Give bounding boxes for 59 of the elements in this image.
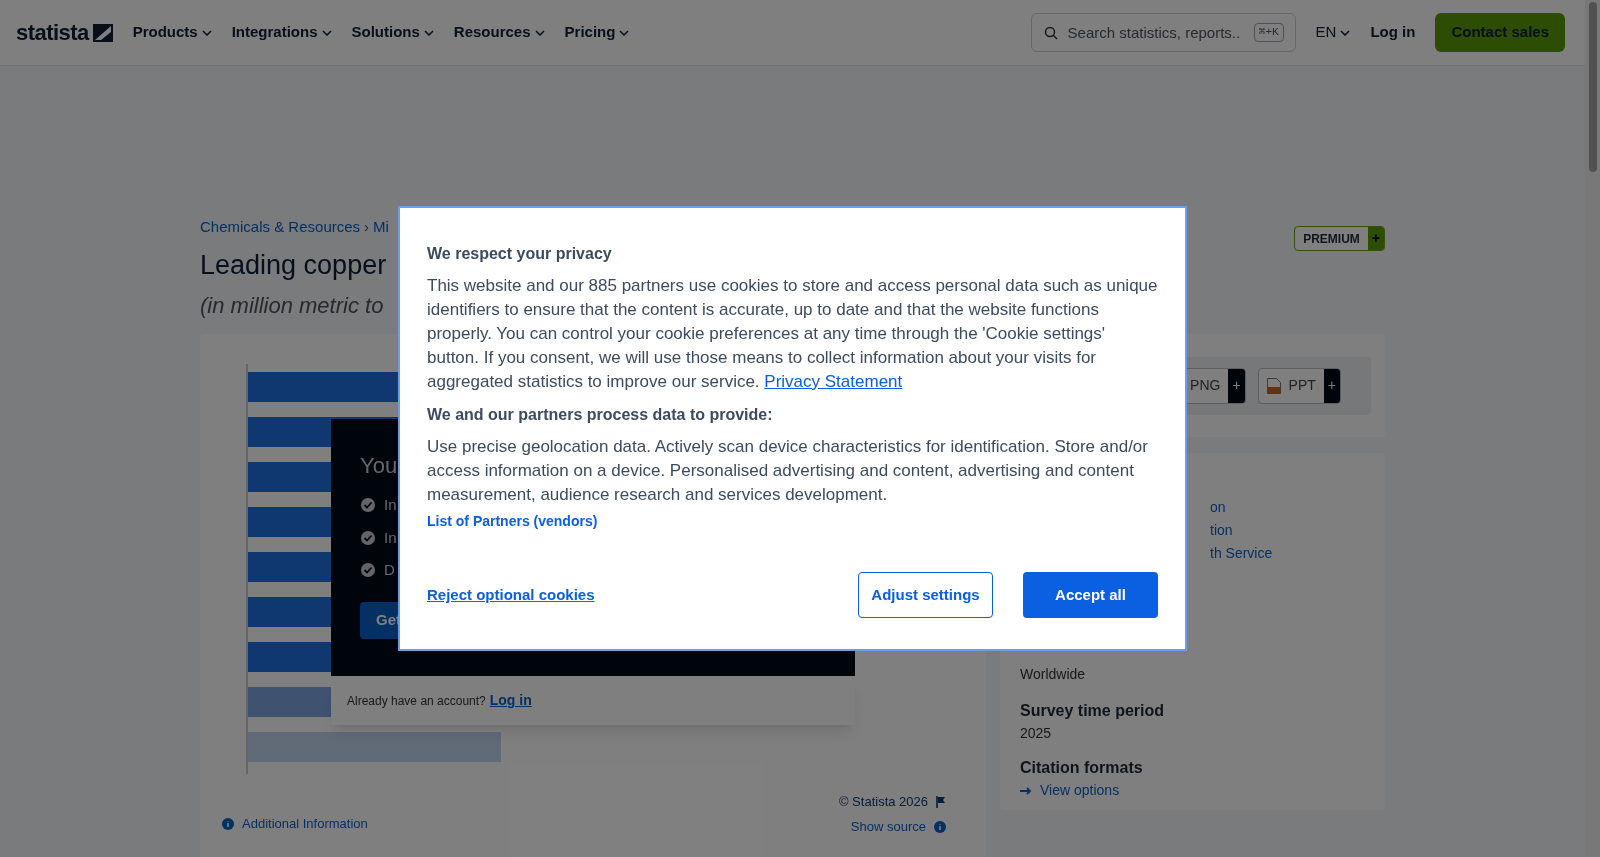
nav-menu[interactable]: Products [132,21,212,44]
logo-text[interactable]: statista [16,16,89,49]
chevron-down-icon [321,29,332,36]
shortcut-badge: ⌘+K [1253,23,1284,42]
chevron-down-icon [534,29,545,36]
account-prompt: Already have an account? [347,692,486,710]
additional-information-link[interactable]: Additional Information [222,814,368,834]
chevron-down-icon [423,29,434,36]
breadcrumb-link[interactable]: Chemicals & Resources [200,216,361,239]
nav-menu[interactable]: Solutions [351,21,434,44]
region-value: Worldwide [1020,665,1087,684]
breadcrumb-separator: › [364,217,370,237]
partners-link[interactable]: List of Partners (vendors) [427,511,1158,532]
page-subtitle: (in million metric to [200,292,385,320]
view-options-link[interactable]: View options [1020,780,1385,801]
download-button[interactable]: PPT + [1257,367,1341,404]
show-source-link[interactable]: Show source [850,817,946,837]
nav-menu[interactable]: Integrations [231,21,332,44]
chevron-down-icon [1340,29,1351,36]
scrollbar[interactable] [1585,0,1600,857]
language-selector[interactable]: EN [1315,21,1351,44]
reject-cookies-link[interactable]: Reject optional cookies [427,583,595,607]
adjust-settings-button[interactable]: Adjust settings [858,572,993,618]
nav-menu[interactable]: Pricing [564,21,630,44]
check-circle-icon [360,529,376,546]
feature-text: In [384,495,397,515]
info-icon [934,820,946,833]
premium-badge: PREMIUM + [1294,226,1385,251]
citation-heading: Citation formats [1020,758,1144,778]
info-link[interactable]: tion [1210,520,1385,541]
dialog-text: This website and our 885 partners use cookies to store and access personal data such as unique identifiers to ensure that the content is accurate, up to date and that the website functions properly. You can control your cookie preferences at any time through the 'Cookie settings' button. If you consent, we will use those means to collect information about your visits for aggregated statistics to improve our service. Privacy Statement [427,275,1158,393]
chevron-down-icon [201,29,212,36]
login-link[interactable]: Log in [489,690,532,711]
purposes-text: Use precise geolocation data. Actively scan device characteristics for identification. Store and/or access information on a device. Personalised advertising and content, advertising and content measurement, audience research and services development. [427,436,1149,506]
info-icon [222,817,234,830]
paywall-heading: You [360,452,398,480]
copyright-text: © Statista 2026 [838,793,928,811]
presentation-file-icon [1266,377,1281,394]
page-title: Leading copper [200,248,387,282]
search-icon [1043,26,1058,40]
detail-value: 2025 [1020,724,1053,743]
flag-icon[interactable] [936,795,946,808]
chevron-down-icon [619,29,630,36]
check-circle-icon [360,562,376,579]
login-link[interactable]: Log in [1370,21,1416,44]
check-circle-icon [360,497,376,514]
dialog-title: We respect your privacy [427,244,613,264]
accept-all-button[interactable]: Accept all [1023,572,1158,618]
breadcrumb-link[interactable]: Mi [373,216,389,239]
info-link[interactable]: on [1210,497,1385,518]
feature-text: In [384,527,397,548]
nav-menu[interactable]: Resources [453,21,545,44]
dialog-subtitle: We and our partners process data to provide: [427,405,774,425]
privacy-statement-link[interactable]: Privacy Statement [764,372,903,391]
logo-icon[interactable] [92,23,113,42]
info-link[interactable]: th Service [1210,543,1385,564]
feature-text: D [384,560,395,580]
detail-heading: Survey time period [1020,701,1166,721]
arrow-right-icon [1020,786,1032,795]
